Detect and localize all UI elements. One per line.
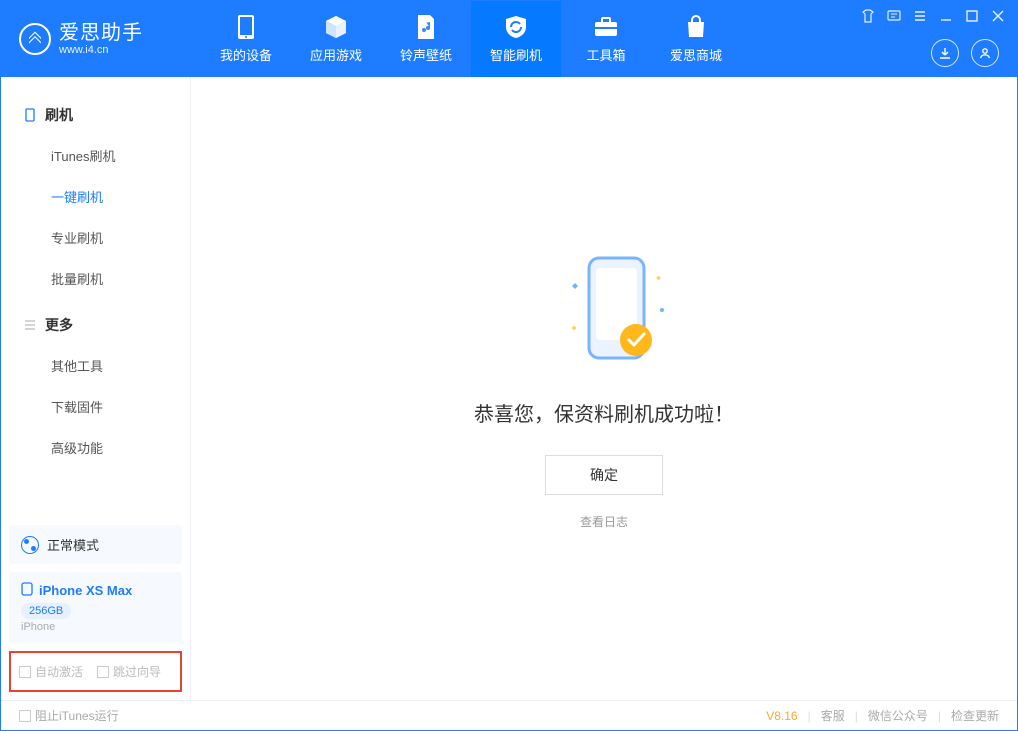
- device-storage-badge: 256GB: [21, 603, 71, 619]
- account-button[interactable]: [971, 39, 999, 67]
- footer-link-service[interactable]: 客服: [821, 707, 845, 724]
- sidebar-group-more: 更多: [1, 305, 190, 345]
- logo-area: 爱思助手 www.i4.cn: [1, 22, 201, 56]
- sidebar-item-batch-flash[interactable]: 批量刷机: [1, 258, 190, 299]
- success-message: 恭喜您，保资料刷机成功啦！: [474, 398, 734, 427]
- device-icon: [233, 14, 259, 40]
- nav-ringtone-wallpaper[interactable]: 铃声壁纸: [381, 1, 471, 77]
- list-icon: [23, 318, 37, 332]
- nav-label: 智能刷机: [490, 45, 542, 64]
- device-name-label: iPhone XS Max: [39, 583, 132, 598]
- top-nav: 我的设备 应用游戏 铃声壁纸 智能刷机 工具箱 爱思商城: [201, 1, 741, 77]
- feedback-icon[interactable]: [887, 9, 901, 23]
- checkbox-icon: [19, 710, 31, 722]
- footer-link-check-update[interactable]: 检查更新: [951, 707, 999, 724]
- nav-label: 我的设备: [220, 45, 272, 64]
- header-action-circles: [931, 39, 999, 67]
- statusbar: 阻止iTunes运行 V8.16 | 客服 | 微信公众号 | 检查更新: [1, 700, 1017, 730]
- sidebar-item-pro-flash[interactable]: 专业刷机: [1, 217, 190, 258]
- sidebar: 刷机 iTunes刷机 一键刷机 专业刷机 批量刷机 更多 其他工具 下载固件 …: [1, 77, 191, 700]
- checkbox-auto-activate[interactable]: 自动激活: [19, 663, 83, 680]
- device-mode-label: 正常模式: [47, 535, 99, 554]
- sidebar-group-label: 刷机: [45, 105, 73, 125]
- download-button[interactable]: [931, 39, 959, 67]
- mode-icon: [21, 536, 39, 554]
- main-content: 恭喜您，保资料刷机成功啦！ 确定 查看日志: [191, 77, 1017, 700]
- flash-options-highlighted: 自动激活 跳过向导: [9, 651, 182, 692]
- checkbox-label: 跳过向导: [113, 663, 161, 680]
- phone-icon: [21, 582, 33, 599]
- checkbox-icon: [19, 666, 31, 678]
- minimize-icon[interactable]: [939, 9, 953, 23]
- ok-button[interactable]: 确定: [545, 455, 663, 495]
- success-illustration: [544, 248, 664, 368]
- sidebar-item-download-firmware[interactable]: 下载固件: [1, 386, 190, 427]
- sidebar-group-label: 更多: [45, 315, 73, 335]
- nav-label: 爱思商城: [670, 45, 722, 64]
- menu-icon[interactable]: [913, 9, 927, 23]
- nav-toolbox[interactable]: 工具箱: [561, 1, 651, 77]
- nav-label: 应用游戏: [310, 45, 362, 64]
- window-controls: [861, 9, 1005, 23]
- sidebar-item-oneclick-flash[interactable]: 一键刷机: [1, 176, 190, 217]
- cube-icon: [323, 14, 349, 40]
- sidebar-group-flash: 刷机: [1, 95, 190, 135]
- device-type-label: iPhone: [21, 621, 170, 633]
- app-url: www.i4.cn: [59, 44, 143, 56]
- nav-store[interactable]: 爱思商城: [651, 1, 741, 77]
- app-logo-icon: [19, 23, 51, 55]
- device-info-box[interactable]: iPhone XS Max 256GB iPhone: [9, 572, 182, 643]
- checkbox-block-itunes[interactable]: 阻止iTunes运行: [19, 707, 119, 724]
- nav-smart-flash[interactable]: 智能刷机: [471, 1, 561, 77]
- sidebar-item-advanced[interactable]: 高级功能: [1, 427, 190, 468]
- shield-refresh-icon: [503, 14, 529, 40]
- device-mode-box[interactable]: 正常模式: [9, 525, 182, 564]
- checkbox-label: 自动激活: [35, 663, 83, 680]
- music-file-icon: [413, 14, 439, 40]
- app-title: 爱思助手: [59, 22, 143, 44]
- titlebar: 爱思助手 www.i4.cn 我的设备 应用游戏 铃声壁纸 智能刷机 工具箱 爱…: [1, 1, 1017, 77]
- view-log-link[interactable]: 查看日志: [580, 513, 628, 530]
- nav-apps-games[interactable]: 应用游戏: [291, 1, 381, 77]
- toolbox-icon: [593, 14, 619, 40]
- footer-link-wechat[interactable]: 微信公众号: [868, 707, 928, 724]
- sidebar-item-itunes-flash[interactable]: iTunes刷机: [1, 135, 190, 176]
- bag-icon: [683, 14, 709, 40]
- checkbox-skip-guide[interactable]: 跳过向导: [97, 663, 161, 680]
- version-label: V8.16: [766, 709, 797, 723]
- close-icon[interactable]: [991, 9, 1005, 23]
- nav-label: 铃声壁纸: [400, 45, 452, 64]
- shirt-icon[interactable]: [861, 9, 875, 23]
- phone-outline-icon: [23, 108, 37, 122]
- nav-label: 工具箱: [586, 45, 625, 64]
- nav-my-device[interactable]: 我的设备: [201, 1, 291, 77]
- sidebar-item-other-tools[interactable]: 其他工具: [1, 345, 190, 386]
- checkbox-icon: [97, 666, 109, 678]
- maximize-icon[interactable]: [965, 9, 979, 23]
- checkbox-label: 阻止iTunes运行: [35, 707, 119, 724]
